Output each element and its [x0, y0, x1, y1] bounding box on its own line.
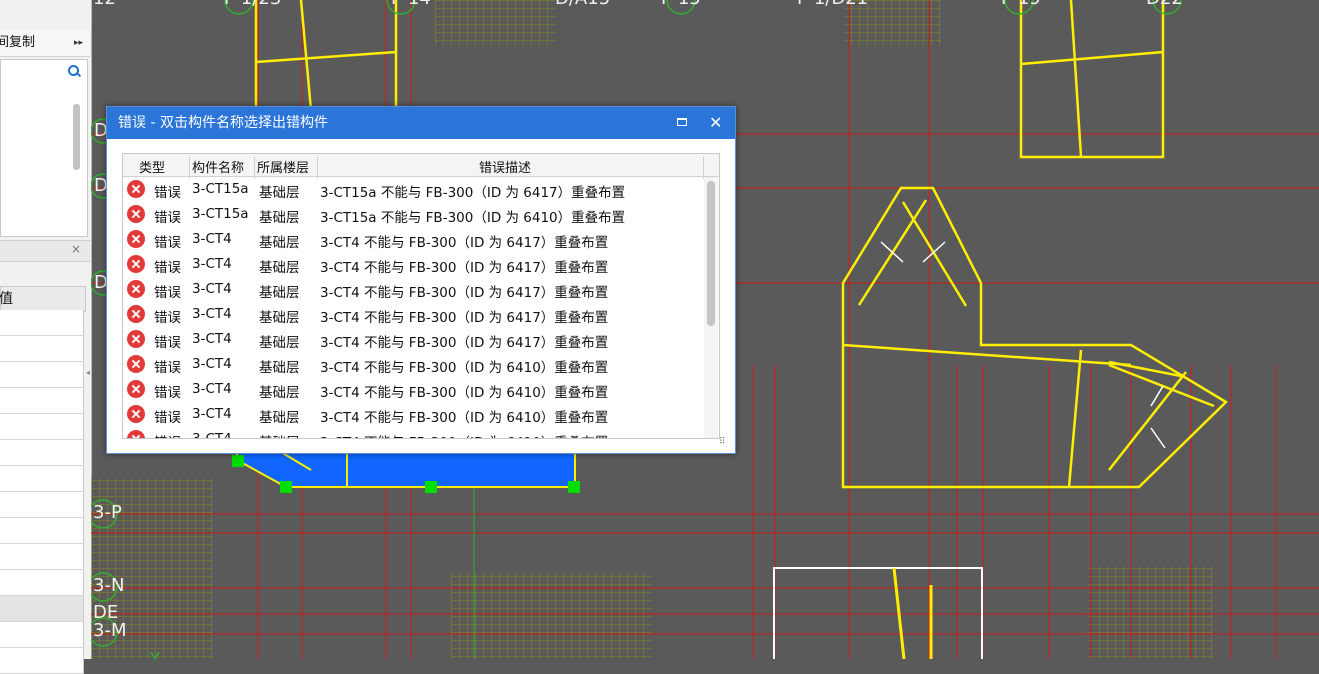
- error-dialog: 错误 - 双击构件名称选择出错构件 ✕ 类型 构件名称 所属楼层 错误描述 错误…: [106, 106, 736, 454]
- property-row[interactable]: [0, 466, 84, 492]
- column-header-name[interactable]: 构件名称: [192, 157, 244, 176]
- resize-grip-icon[interactable]: ⠿: [719, 437, 726, 447]
- close-icon[interactable]: ✕: [709, 107, 722, 139]
- table-row[interactable]: 错误 3-CT4 基础层 3-CT4 不能与 FB-300（ID 为 6417）重叠布…: [123, 327, 703, 352]
- axis-label: 3-N: [93, 575, 125, 596]
- axis-label: D/A15: [555, 0, 610, 9]
- table-row[interactable]: 错误3-CT4基础层3-CT4 不能与 FB-300（ID 为 6410）重叠布…: [123, 352, 703, 377]
- axis-label: F-15: [661, 0, 701, 9]
- table-row[interactable]: 错误3-CT4基础层3-CT4 不能与 FB-300（ID 为 6410）重叠布…: [123, 377, 703, 402]
- table-row[interactable]: 错误 3-CT15a 基础层 3-CT15a 不能与 FB-300（ID 为 6417…: [123, 177, 703, 202]
- property-value-header: 值: [0, 286, 86, 312]
- axis-label: F-14: [391, 0, 431, 9]
- property-row[interactable]: [0, 362, 84, 388]
- property-row[interactable]: [0, 544, 84, 570]
- table-row[interactable]: 错误3-CT4基础层3-CT4 不能与 FB-300（ID 为 6410）重叠布…: [123, 402, 703, 427]
- property-row[interactable]: [0, 388, 84, 414]
- property-row[interactable]: [0, 492, 84, 518]
- maximize-icon[interactable]: [677, 118, 687, 126]
- left-panel: 间复制 ▸▸ × 值 ◂: [0, 0, 92, 674]
- column-header-description[interactable]: 错误描述: [479, 157, 531, 176]
- grid-scrollbar[interactable]: [704, 177, 718, 438]
- table-row[interactable]: 错误3-CT4基础层3-CT4 不能与 FB-300（ID 为 6410）重叠布…: [123, 427, 703, 438]
- axis-label: F-1/23: [224, 0, 281, 9]
- table-row[interactable]: 错误 3-CT4 基础层 3-CT4 不能与 FB-300（ID 为 6417）重叠布…: [123, 302, 703, 327]
- property-row[interactable]: [0, 440, 84, 466]
- property-row[interactable]: [0, 570, 84, 596]
- grid-header: 类型 构件名称 所属楼层 错误描述: [123, 154, 719, 179]
- error-icon: [127, 255, 145, 273]
- axis-label: 3-M: [93, 620, 127, 641]
- copy-between-floors-row[interactable]: 间复制 ▸▸: [0, 30, 90, 57]
- pile-cap-top-left: [254, 0, 398, 120]
- property-row[interactable]: [0, 622, 84, 648]
- collapse-handle-icon[interactable]: ◂: [86, 368, 90, 377]
- property-row[interactable]: [0, 596, 84, 622]
- error-icon: [127, 405, 145, 423]
- error-icon: [127, 355, 145, 373]
- hatch-area: [451, 572, 651, 659]
- error-icon: [127, 205, 145, 223]
- error-icon: [127, 305, 145, 323]
- table-row[interactable]: 错误 3-CT4 基础层 3-CT4 不能与 FB-300（ID 为 6417）重叠布…: [123, 277, 703, 302]
- list-scrollbar[interactable]: [73, 104, 80, 170]
- error-grid: 类型 构件名称 所属楼层 错误描述 错误 3-CT15a 基础层 3-CT15a 不能…: [122, 153, 720, 439]
- dialog-title-bar[interactable]: 错误 - 双击构件名称选择出错构件 ✕: [107, 107, 735, 139]
- property-rows: [0, 310, 84, 674]
- pile-cap-irregular: [841, 186, 1229, 489]
- error-icon: [127, 280, 145, 298]
- column-header-floor[interactable]: 所属楼层: [257, 157, 309, 176]
- error-icon: [127, 230, 145, 248]
- hatch-area: [435, 0, 555, 46]
- pile-cap-top-right: [1019, 0, 1165, 159]
- axis-label: D22: [1146, 0, 1183, 9]
- table-row[interactable]: 错误 3-CT4 基础层 3-CT4 不能与 FB-300（ID 为 6417）重叠布…: [123, 252, 703, 277]
- property-row[interactable]: [0, 414, 84, 440]
- scrollbar-thumb[interactable]: [707, 181, 715, 326]
- error-icon: [127, 380, 145, 398]
- grid-body: 错误 3-CT15a 基础层 3-CT15a 不能与 FB-300（ID 为 6417…: [123, 177, 703, 438]
- property-row[interactable]: [0, 336, 84, 362]
- close-icon[interactable]: ×: [71, 242, 81, 256]
- search-input[interactable]: [0, 59, 88, 85]
- error-icon: [127, 330, 145, 348]
- column-header-type[interactable]: 类型: [139, 157, 165, 176]
- error-icon: [127, 180, 145, 198]
- search-icon[interactable]: [68, 65, 79, 76]
- axis-label: F-1/D21: [797, 0, 868, 9]
- expand-arrow-icon[interactable]: ▸▸: [74, 30, 83, 56]
- property-row[interactable]: [0, 648, 84, 674]
- table-row[interactable]: 错误 3-CT15a 基础层 3-CT15a 不能与 FB-300（ID 为 6410…: [123, 202, 703, 227]
- copy-label: 间复制: [0, 35, 36, 50]
- axis-label: F-19: [1001, 0, 1041, 9]
- error-icon: [127, 430, 145, 438]
- axis-label: 12: [93, 0, 116, 9]
- property-panel-header: ×: [0, 240, 90, 262]
- table-row[interactable]: 错误 3-CT4 基础层 3-CT4 不能与 FB-300（ID 为 6417）重叠布…: [123, 227, 703, 252]
- value-header-label: 值: [0, 291, 13, 307]
- property-row[interactable]: [0, 518, 84, 544]
- dialog-title: 错误 - 双击构件名称选择出错构件: [118, 115, 328, 131]
- hatch-area: [1087, 566, 1213, 659]
- property-row[interactable]: [0, 310, 84, 336]
- axis-label: 3-P: [93, 502, 122, 523]
